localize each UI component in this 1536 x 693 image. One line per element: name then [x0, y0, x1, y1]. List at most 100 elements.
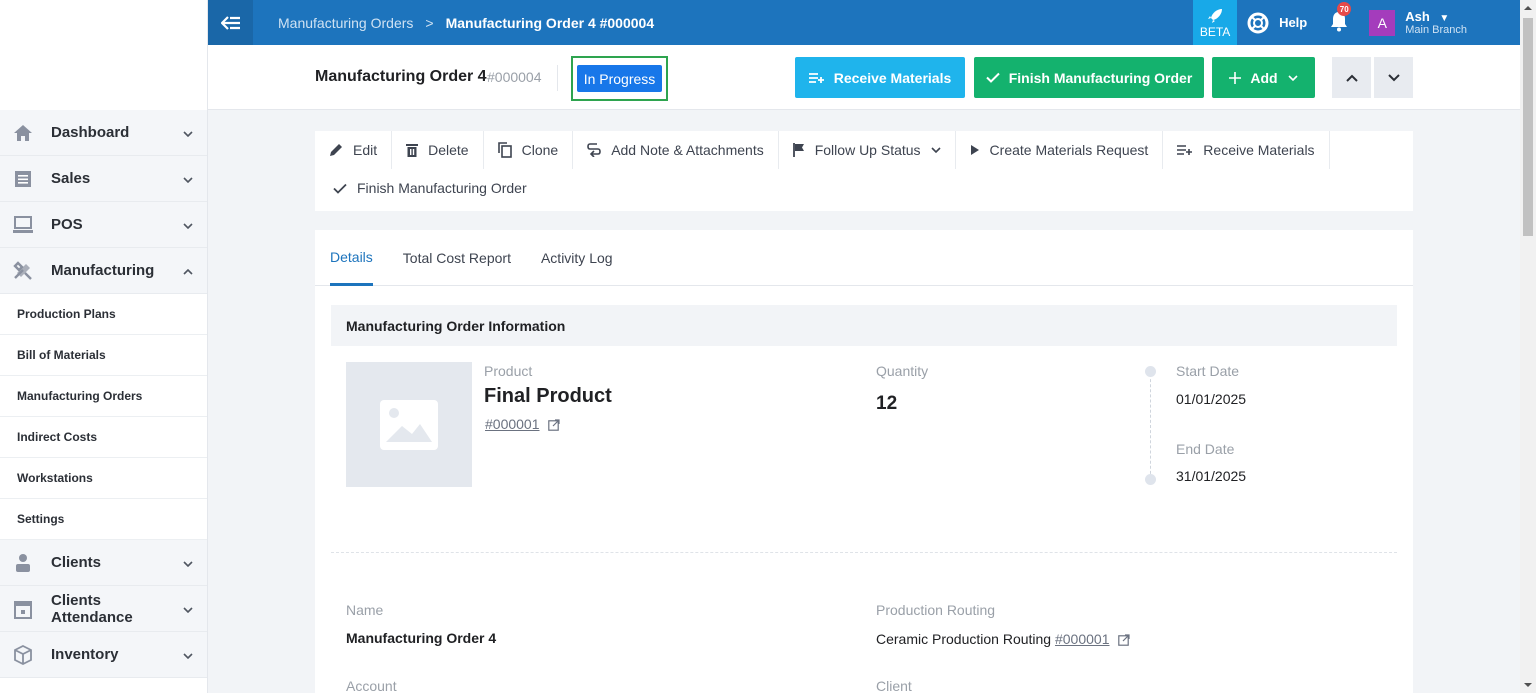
- next-record-button[interactable]: [1374, 57, 1413, 98]
- divider: [557, 65, 558, 91]
- chevron-up-icon: [183, 264, 193, 278]
- sidebar-subitem-manufacturing-orders[interactable]: Manufacturing Orders: [0, 376, 207, 417]
- chevron-down-icon: [183, 556, 193, 570]
- receive-materials-label: Receive Materials: [833, 69, 952, 86]
- edit-label: Edit: [353, 142, 378, 158]
- sidebar-subitem-bill-of-materials[interactable]: Bill of Materials: [0, 335, 207, 376]
- sidebar-subitem-indirect-costs[interactable]: Indirect Costs: [0, 417, 207, 458]
- add-note-attachments-button[interactable]: Add Note & Attachments: [573, 131, 779, 169]
- help-button[interactable]: Help: [1247, 12, 1307, 34]
- note-arrow-icon: [587, 143, 601, 157]
- sidebar-item-label: Clients: [51, 554, 102, 571]
- product-link[interactable]: #000001: [485, 416, 540, 432]
- sidebar-item-manufacturing[interactable]: Manufacturing: [0, 248, 207, 294]
- add-label: Add: [1250, 69, 1278, 86]
- create-materials-request-button[interactable]: Create Materials Request: [956, 131, 1164, 169]
- product-name: Final Product: [484, 385, 612, 407]
- actions-toolbar: Edit Delete Clone Add Note & Attachments…: [315, 131, 1413, 211]
- sidebar-item-label: Clients Attendance: [51, 591, 133, 626]
- account-label: Account: [346, 678, 397, 693]
- end-date-value: 31/01/2025: [1176, 468, 1247, 484]
- name-label: Name: [346, 602, 384, 618]
- page-scrollbar[interactable]: [1520, 0, 1536, 693]
- clone-label: Clone: [521, 142, 559, 158]
- create-materials-request-label: Create Materials Request: [989, 142, 1149, 158]
- quantity-value: 12: [876, 393, 898, 414]
- home-icon: [12, 122, 34, 144]
- client-label: Client: [876, 678, 912, 693]
- finish-action-label: Finish Manufacturing Order: [357, 180, 527, 196]
- sidebar-item-label: Manufacturing: [51, 262, 155, 279]
- tab-total-cost-report[interactable]: Total Cost Report: [403, 230, 511, 286]
- finish-manufacturing-order-button[interactable]: Finish Manufacturing Order: [974, 57, 1204, 98]
- collapse-sidebar-button[interactable]: [208, 0, 253, 45]
- chevron-down-icon: [1288, 74, 1298, 81]
- avatar[interactable]: A: [1369, 9, 1396, 36]
- scroll-down-arrow-icon: [1524, 683, 1532, 687]
- pos-icon: [12, 214, 34, 236]
- receive-materials-action-label: Receive Materials: [1203, 142, 1315, 158]
- list-add-icon: [1177, 145, 1193, 155]
- add-button[interactable]: Add: [1212, 57, 1315, 98]
- trash-icon: [406, 144, 419, 157]
- sidebar-item-label: Dashboard: [51, 124, 130, 141]
- clone-button[interactable]: Clone: [484, 131, 574, 169]
- previous-record-button[interactable]: [1332, 57, 1371, 98]
- breadcrumb-separator: >: [425, 14, 434, 31]
- list-add-icon: [808, 72, 824, 83]
- notifications-button[interactable]: 70: [1329, 2, 1352, 35]
- product-label: Product: [484, 363, 533, 379]
- sidebar-item-label: POS: [51, 216, 83, 233]
- box-icon: [12, 644, 34, 666]
- delete-button[interactable]: Delete: [392, 131, 484, 169]
- start-date-label: Start Date: [1176, 363, 1240, 379]
- receive-materials-button[interactable]: Receive Materials: [795, 57, 965, 98]
- caret-down-icon: ▼: [1439, 13, 1450, 24]
- beta-label: BETA: [1199, 24, 1231, 39]
- top-bar: Manufacturing Orders > Manufacturing Ord…: [208, 0, 1520, 45]
- receive-materials-action-button[interactable]: Receive Materials: [1163, 131, 1330, 169]
- section-title: Manufacturing Order Information: [331, 305, 1397, 346]
- sidebar-subitem-workstations[interactable]: Workstations: [0, 458, 207, 499]
- finish-manufacturing-order-action-button[interactable]: Finish Manufacturing Order: [315, 169, 545, 207]
- edit-button[interactable]: Edit: [315, 131, 393, 169]
- tools-icon: [12, 260, 34, 282]
- follow-up-label: Follow Up Status: [814, 142, 921, 158]
- sidebar-item-label: Inventory: [51, 646, 119, 663]
- end-date-label: End Date: [1176, 441, 1235, 457]
- sidebar-item-clients[interactable]: Clients: [0, 540, 207, 586]
- check-icon: [333, 183, 347, 194]
- follow-up-status-dropdown[interactable]: Follow Up Status: [779, 131, 956, 169]
- sidebar-item-clients-attendance[interactable]: Clients Attendance: [0, 586, 207, 632]
- sidebar: Dashboard Sales POS Manufacturing Produc…: [0, 0, 208, 693]
- beta-button[interactable]: BETA: [1193, 0, 1238, 45]
- add-note-label: Add Note & Attachments: [611, 142, 764, 158]
- timeline-start-dot: [1145, 366, 1156, 377]
- chevron-down-icon: [183, 126, 193, 140]
- production-routing-label: Production Routing: [876, 602, 996, 618]
- clients-icon: [12, 552, 34, 574]
- sidebar-item-sales[interactable]: Sales: [0, 156, 207, 202]
- external-link-icon[interactable]: [548, 418, 560, 434]
- tab-details[interactable]: Details: [330, 230, 373, 286]
- start-date-value: 01/01/2025: [1176, 391, 1247, 407]
- timeline-line: [1150, 374, 1151, 479]
- breadcrumb-parent-link[interactable]: Manufacturing Orders: [278, 15, 413, 31]
- scrollbar-thumb[interactable]: [1523, 18, 1533, 236]
- play-icon: [970, 145, 979, 155]
- sidebar-subitem-production-plans[interactable]: Production Plans: [0, 294, 207, 335]
- sidebar-item-inventory[interactable]: Inventory: [0, 632, 207, 678]
- sidebar-logo-area: [0, 0, 207, 110]
- sidebar-subitem-settings[interactable]: Settings: [0, 499, 207, 540]
- sales-icon: [12, 168, 34, 190]
- external-link-icon[interactable]: [1118, 633, 1130, 649]
- production-routing-link[interactable]: #000001: [1055, 631, 1110, 647]
- user-menu[interactable]: Ash ▼ Main Branch: [1405, 9, 1467, 36]
- chevron-down-icon: [183, 602, 193, 616]
- sidebar-item-dashboard[interactable]: Dashboard: [0, 110, 207, 156]
- arrow-left-menu-icon: [220, 15, 240, 30]
- tab-activity-log[interactable]: Activity Log: [541, 230, 613, 286]
- chevron-down-icon: [930, 147, 941, 153]
- sidebar-item-pos[interactable]: POS: [0, 202, 207, 248]
- tab-bar: Details Total Cost Report Activity Log: [315, 230, 1413, 286]
